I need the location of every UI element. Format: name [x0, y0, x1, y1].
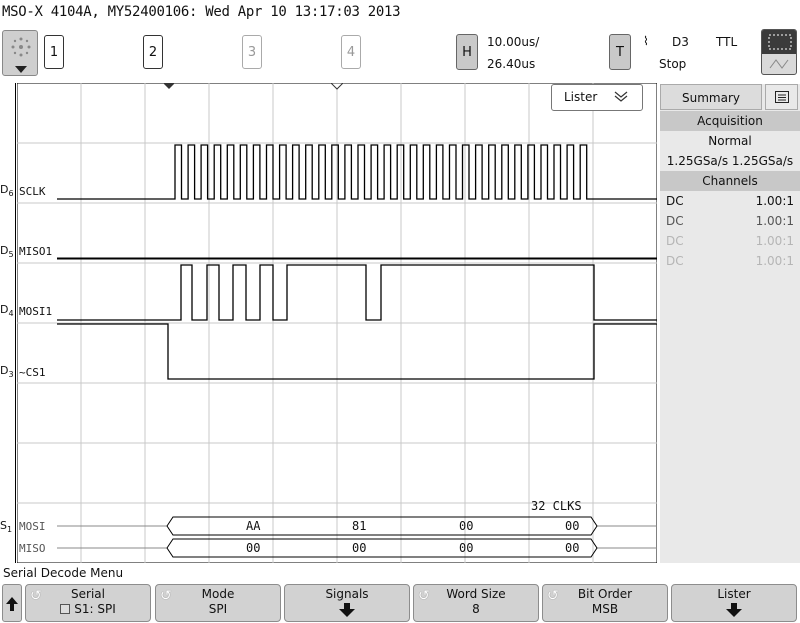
- double-chevron-down-icon: [614, 91, 628, 102]
- acquisition-mode: Normal: [708, 134, 752, 148]
- miso-byte-2: 00: [352, 541, 367, 555]
- dropdown-arrow-icon: [15, 66, 27, 73]
- mosi-byte-4: 00: [565, 519, 580, 533]
- quick-action-button[interactable]: [2, 30, 38, 76]
- miso-byte-4: 00: [565, 541, 580, 555]
- instrument-title: MSO-X 4104A, MY52400106: Wed Apr 10 13:1…: [2, 4, 401, 20]
- arrow-down-icon: [726, 603, 742, 617]
- word-size-softkey[interactable]: ↺ Word Size 8: [413, 584, 539, 622]
- channel-4-row: DC 1.00:1: [666, 254, 794, 268]
- serial-softkey[interactable]: ↺ Serial S1: SPI: [25, 584, 151, 622]
- horizontal-button[interactable]: H: [456, 34, 478, 70]
- zoom-box-icon: [768, 34, 792, 50]
- lister-softkey[interactable]: Lister: [671, 584, 797, 622]
- channels-header: Channels: [660, 171, 800, 191]
- mosi-bus-label: MOSI: [18, 520, 47, 533]
- mosi-byte-3: 00: [459, 519, 474, 533]
- channel-3-row: DC 1.00:1: [666, 234, 794, 248]
- summary-tab[interactable]: Summary: [660, 84, 762, 110]
- arrow-up-icon: [6, 597, 18, 611]
- knob-icon: ↺: [160, 588, 172, 604]
- knob-icon: ↺: [418, 588, 430, 604]
- arrow-down-icon: [339, 603, 355, 617]
- channel-1-button[interactable]: 1: [44, 35, 64, 69]
- checkbox-icon: [60, 604, 71, 614]
- mosi-byte-2: 81: [352, 519, 367, 533]
- miso-bus-label: MISO: [18, 542, 47, 555]
- miso-byte-1: 00: [246, 541, 261, 555]
- screen-left-border: [15, 83, 16, 563]
- d4-channel-id: D4: [0, 303, 14, 319]
- clock-count: 32 CLKS: [531, 499, 582, 513]
- knob-icon: ↺: [30, 588, 42, 604]
- panel-menu-button[interactable]: [765, 84, 798, 110]
- trigger-slope-icon: ⌇: [643, 34, 649, 48]
- back-button[interactable]: [2, 584, 22, 622]
- channel-2-button[interactable]: 2: [143, 35, 163, 69]
- s1-bus-id: S1: [0, 519, 13, 535]
- channel-2-row: DC 1.00:1: [666, 214, 794, 228]
- menu-title: Serial Decode Menu: [3, 566, 124, 580]
- lister-dropdown[interactable]: Lister: [551, 84, 643, 111]
- time-delay: 26.40us: [487, 57, 536, 71]
- sclk-label: SCLK: [18, 185, 47, 198]
- mosi1-label: MOSI1: [18, 305, 54, 318]
- trigger-button[interactable]: T: [609, 34, 631, 70]
- list-icon: [775, 91, 789, 103]
- d3-channel-id: D3: [0, 364, 14, 380]
- miso1-label: MISO1: [18, 245, 54, 258]
- trigger-level: TTL: [716, 35, 738, 49]
- channel-4-button[interactable]: 4: [341, 35, 361, 69]
- mode-softkey[interactable]: ↺ Mode SPI: [155, 584, 281, 622]
- waveform-display: [17, 83, 657, 563]
- sparkle-icon: [11, 37, 31, 57]
- zoom-button[interactable]: [761, 29, 797, 75]
- bit-order-softkey[interactable]: ↺ Bit Order MSB: [542, 584, 668, 622]
- acquisition-header: Acquisition: [660, 111, 800, 131]
- info-panel: Summary Acquisition Normal 1.25GSa/s 1.2…: [660, 84, 800, 563]
- sample-rate: 1.25GSa/s 1.25GSa/s: [666, 154, 794, 168]
- time-per-div: 10.00us/: [487, 35, 540, 49]
- mosi-byte-1: AA: [246, 519, 261, 533]
- channel-1-row: DC 1.00:1: [666, 194, 794, 208]
- d6-channel-id: D6: [0, 183, 14, 199]
- cs1-label: ~CS1: [18, 366, 47, 379]
- d5-channel-id: D5: [0, 244, 14, 260]
- miso-byte-3: 00: [459, 541, 474, 555]
- math-wave-icon: [769, 59, 789, 69]
- knob-icon: ↺: [547, 588, 559, 604]
- channel-3-button[interactable]: 3: [242, 35, 262, 69]
- trigger-source: D3: [672, 35, 689, 49]
- signals-softkey[interactable]: Signals: [284, 584, 410, 622]
- run-status: Stop: [659, 57, 687, 71]
